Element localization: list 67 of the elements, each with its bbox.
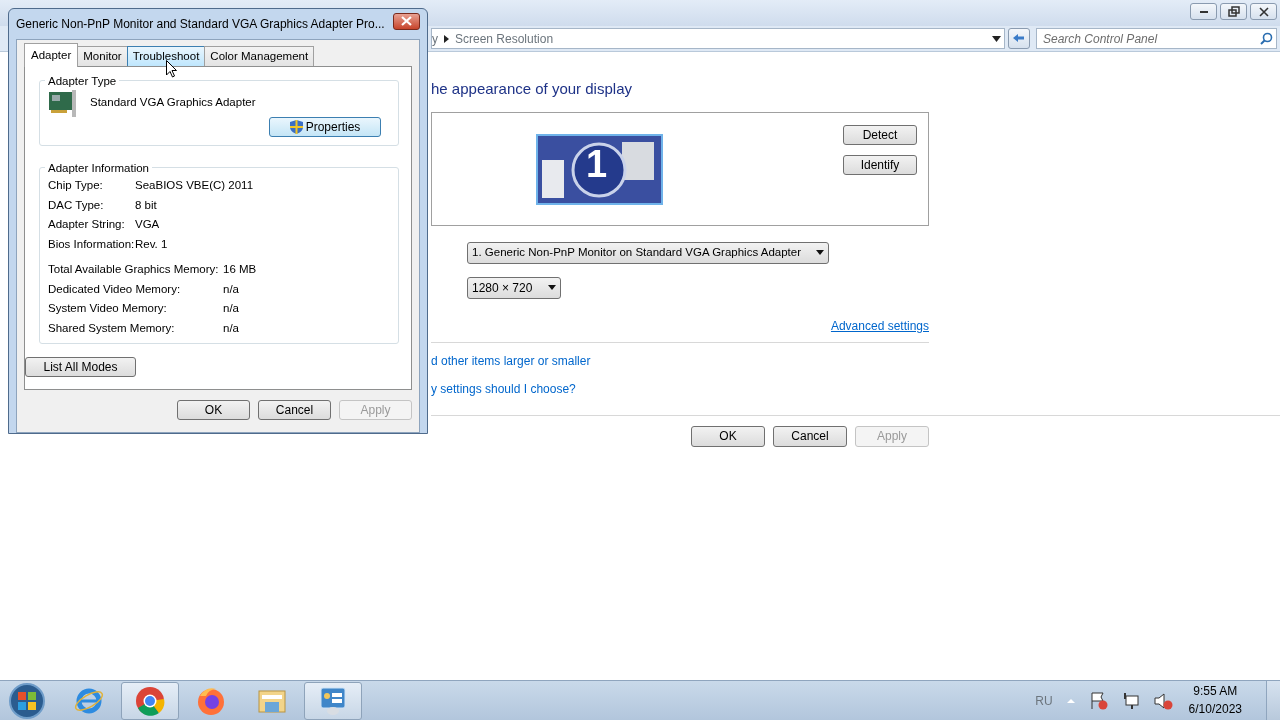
restore-button[interactable]: [1220, 3, 1247, 20]
tab[interactable]: Color Management: [204, 45, 315, 66]
dialog-button[interactable]: Cancel: [773, 425, 847, 447]
chevron-icon: [444, 34, 449, 43]
caret-icon: [816, 250, 824, 255]
help-link[interactable]: d other items larger or smaller: [431, 353, 591, 368]
help-link[interactable]: y settings should I choose?: [431, 381, 576, 396]
info-label: Total Available Graphics Memory:: [48, 262, 220, 277]
info-value: n/a: [223, 321, 239, 337]
taskbar-app[interactable]: [121, 681, 179, 720]
address-bar[interactable]: y Screen Resolution: [431, 28, 1005, 49]
info-label: Dedicated Video Memory:: [48, 281, 182, 297]
refresh-icon: [1012, 32, 1026, 45]
breadcrumb-item[interactable]: y: [432, 29, 438, 48]
monitor-drawing[interactable]: [536, 133, 663, 205]
info-value: 16 MB: [223, 262, 257, 277]
detect-button[interactable]: Detect: [843, 124, 917, 145]
advanced-settings-link[interactable]: Advanced settings: [830, 318, 929, 333]
caret-icon: [548, 285, 556, 290]
browser-icon: [196, 685, 226, 716]
info-value: 8 bit: [135, 197, 157, 213]
search-icon: [1260, 32, 1273, 45]
flag-icon[interactable]: [1088, 690, 1109, 711]
properties-button[interactable]: Properties: [269, 117, 381, 137]
search-field[interactable]: Search Control Panel: [1036, 28, 1277, 49]
taskbar-app[interactable]: [304, 681, 362, 720]
info-label: System Video Memory:: [48, 301, 168, 317]
info-value: SeaBIOS VBE(C) 2011: [135, 178, 254, 193]
close-button[interactable]: [393, 12, 420, 30]
dialog-button[interactable]: OK: [177, 400, 250, 420]
close-icon: [1257, 5, 1270, 18]
identify-button[interactable]: Identify: [843, 154, 917, 175]
browser-icon: [135, 685, 165, 716]
info-label: DAC Type:: [48, 197, 105, 213]
tab[interactable]: Troubleshoot: [126, 45, 206, 66]
dialog-title: Generic Non-PnP Monitor and Standard VGA Graphics Adapter Pro...: [16, 16, 385, 33]
restore-icon: [1227, 5, 1240, 18]
info-value: n/a: [223, 301, 239, 317]
close-icon: [401, 16, 412, 26]
info-value: n/a: [223, 281, 239, 297]
list-all-modes-button[interactable]: List All Modes: [25, 357, 136, 377]
info-label: Bios Information:: [48, 236, 135, 252]
minimize-button[interactable]: [1190, 3, 1217, 20]
dialog-button[interactable]: Cancel: [258, 400, 331, 420]
adapter-name: Standard VGA Graphics Adapter: [90, 95, 256, 111]
page-heading: he appearance of your display: [431, 79, 633, 99]
info-label: Chip Type:: [48, 178, 104, 193]
dropdown-arrow-icon[interactable]: [992, 35, 1001, 42]
close-button[interactable]: [1250, 3, 1277, 20]
breadcrumb-item[interactable]: Screen Resolution: [455, 29, 554, 48]
tab[interactable]: Adapter: [24, 42, 79, 67]
graphics-card-icon: [48, 89, 78, 117]
resolution-dropdown[interactable]: 1280 × 720: [467, 276, 561, 299]
display-dropdown[interactable]: 1. Generic Non-PnP Monitor on Standard VGA Graphics Adapter: [467, 241, 829, 264]
monitor-number: 1: [586, 144, 608, 183]
clock[interactable]: 9:55 AM 6/10/2023: [1188, 683, 1242, 718]
info-value: VGA: [135, 217, 160, 232]
info-label: Shared System Memory:: [48, 321, 176, 337]
start-button[interactable]: [8, 681, 46, 720]
control-panel-icon: [318, 685, 348, 716]
tab[interactable]: Monitor: [77, 45, 128, 66]
info-value: Rev. 1: [135, 236, 168, 252]
shield-icon: [289, 120, 303, 134]
dialog-button[interactable]: OK: [691, 425, 765, 447]
info-label: Adapter String:: [48, 217, 126, 232]
refresh-button[interactable]: [1008, 28, 1030, 49]
speaker-icon[interactable]: [1152, 690, 1173, 711]
